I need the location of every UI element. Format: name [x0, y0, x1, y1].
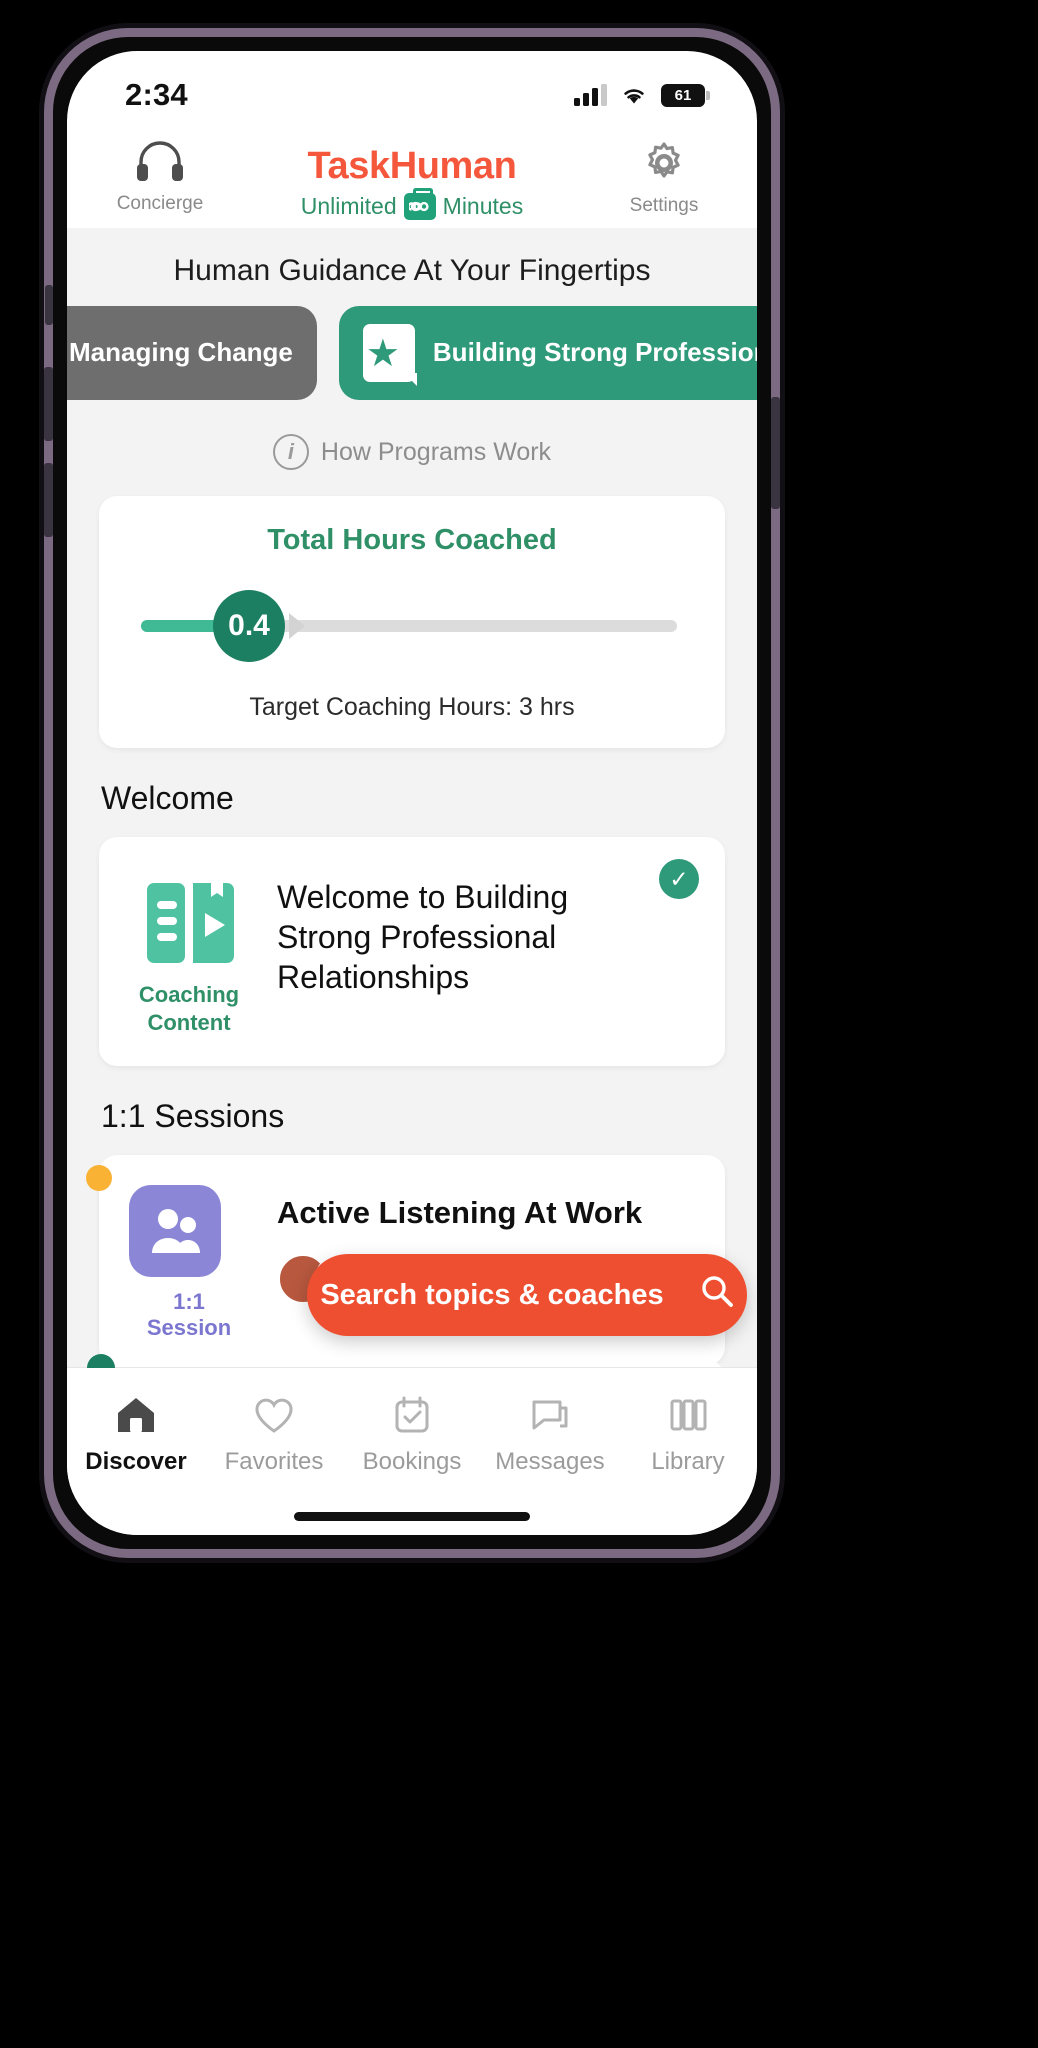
- session-card-title: Active Listening At Work: [277, 1195, 643, 1230]
- search-button-label: Search topics & coaches: [320, 1278, 664, 1311]
- hours-progress-slider[interactable]: 0.4: [141, 590, 677, 662]
- nav-item-favorites[interactable]: Favorites: [206, 1390, 342, 1476]
- content-scroll-area[interactable]: Human Guidance At Your Fingertips ★ Mana…: [67, 228, 757, 1408]
- phone-screen: 2:34 61 Concierge TaskHuman Unlimited Mi…: [67, 51, 757, 1535]
- coaching-content-icon-column: Coaching Content: [129, 871, 249, 1036]
- cellular-signal-icon: [574, 84, 607, 106]
- chat-bubble-icon: [482, 1390, 618, 1440]
- session-type-label: 1:1 Session: [146, 1289, 232, 1340]
- nav-item-discover[interactable]: Discover: [68, 1390, 204, 1476]
- battery-percent-label: 61: [674, 86, 692, 104]
- app-header: Concierge TaskHuman Unlimited Minutes Se…: [67, 125, 757, 228]
- volume-down-button[interactable]: [44, 463, 53, 537]
- brand-block: TaskHuman Unlimited Minutes: [219, 139, 605, 220]
- program-tab-managing-change[interactable]: ★ Managing Change: [67, 306, 317, 400]
- heart-icon: [206, 1390, 342, 1440]
- calendar-check-icon: [344, 1390, 480, 1440]
- welcome-content-card[interactable]: Coaching Content Welcome to Building Str…: [99, 837, 725, 1066]
- total-hours-card: Total Hours Coached 0.4 Target Coaching …: [99, 496, 725, 748]
- app-brand-title: TaskHuman: [307, 145, 517, 187]
- progress-arrow-icon: [289, 613, 305, 639]
- coaching-content-label: Coaching Content: [138, 982, 240, 1035]
- section-heading-welcome: Welcome: [101, 780, 234, 816]
- check-circle-icon: ✓: [659, 859, 699, 899]
- progress-value-knob[interactable]: 0.4: [213, 590, 285, 662]
- phone-device-frame: 2:34 61 Concierge TaskHuman Unlimited Mi…: [44, 28, 780, 1558]
- search-button[interactable]: Search topics & coaches: [307, 1254, 747, 1336]
- unlimited-minutes-banner: Unlimited Minutes: [219, 188, 605, 220]
- page-tagline: Human Guidance At Your Fingertips: [173, 254, 651, 287]
- nav-label: Library: [651, 1448, 725, 1475]
- welcome-card-title: Welcome to Building Strong Professional …: [277, 879, 569, 995]
- nav-label: Favorites: [224, 1448, 324, 1475]
- home-icon: [68, 1390, 204, 1440]
- battery-icon: 61: [661, 83, 710, 107]
- program-tab-label: Managing Change: [69, 337, 293, 368]
- session-icon-column: 1:1 Session: [129, 1185, 249, 1341]
- status-bar: 2:34 61: [67, 51, 757, 125]
- minutes-suffix-label: Minutes: [442, 193, 524, 219]
- program-tabs-carousel[interactable]: ★ Managing Change ★ Building Strong Prof…: [67, 306, 757, 400]
- gear-icon: [640, 139, 688, 193]
- section-heading-sessions: 1:1 Sessions: [101, 1098, 285, 1134]
- concierge-button[interactable]: Concierge: [101, 139, 219, 215]
- home-indicator[interactable]: [294, 1512, 530, 1521]
- how-programs-work-label: How Programs Work: [320, 437, 552, 466]
- concierge-label: Concierge: [116, 193, 204, 214]
- status-bar-clock: 2:34: [125, 77, 188, 112]
- library-books-icon: [620, 1390, 756, 1440]
- mute-switch[interactable]: [45, 285, 53, 325]
- total-hours-title: Total Hours Coached: [267, 524, 557, 556]
- bottom-navigation-bar[interactable]: Discover Favorites Bookings Messages Lib…: [67, 1354, 757, 1535]
- nav-label: Discover: [85, 1448, 187, 1475]
- power-button[interactable]: [771, 397, 780, 509]
- target-hours-label: Target Coaching Hours: 3 hrs: [249, 693, 575, 721]
- program-tab-label: Building Strong Professional Relationshi…: [432, 337, 757, 368]
- status-bar-indicators: 61: [574, 83, 710, 107]
- headset-icon: [134, 139, 186, 191]
- coaching-content-icon: [143, 875, 235, 971]
- unlimited-prefix-label: Unlimited: [300, 193, 397, 219]
- unlimited-minutes-icon: [403, 188, 436, 220]
- session-status-dot: [86, 1165, 112, 1191]
- how-programs-work-link[interactable]: i How Programs Work: [67, 404, 757, 496]
- star-badge-icon: ★: [362, 324, 417, 386]
- nav-label: Messages: [495, 1448, 605, 1475]
- screenshot-canvas: 2:34 61 Concierge TaskHuman Unlimited Mi…: [0, 0, 1038, 2048]
- nav-item-library[interactable]: Library: [620, 1390, 756, 1476]
- search-icon: [700, 1274, 734, 1316]
- settings-button[interactable]: Settings: [605, 139, 723, 217]
- one-on-one-session-icon: [129, 1185, 221, 1277]
- nav-item-messages[interactable]: Messages: [482, 1390, 618, 1476]
- program-tab-building-strong-professional-relationships[interactable]: ★ Building Strong Professional Relations…: [338, 306, 757, 400]
- wifi-icon: [620, 84, 648, 106]
- info-icon: i: [272, 434, 309, 470]
- volume-up-button[interactable]: [44, 367, 53, 441]
- settings-label: Settings: [629, 195, 699, 216]
- nav-item-bookings[interactable]: Bookings: [344, 1390, 480, 1476]
- nav-label: Bookings: [362, 1448, 462, 1475]
